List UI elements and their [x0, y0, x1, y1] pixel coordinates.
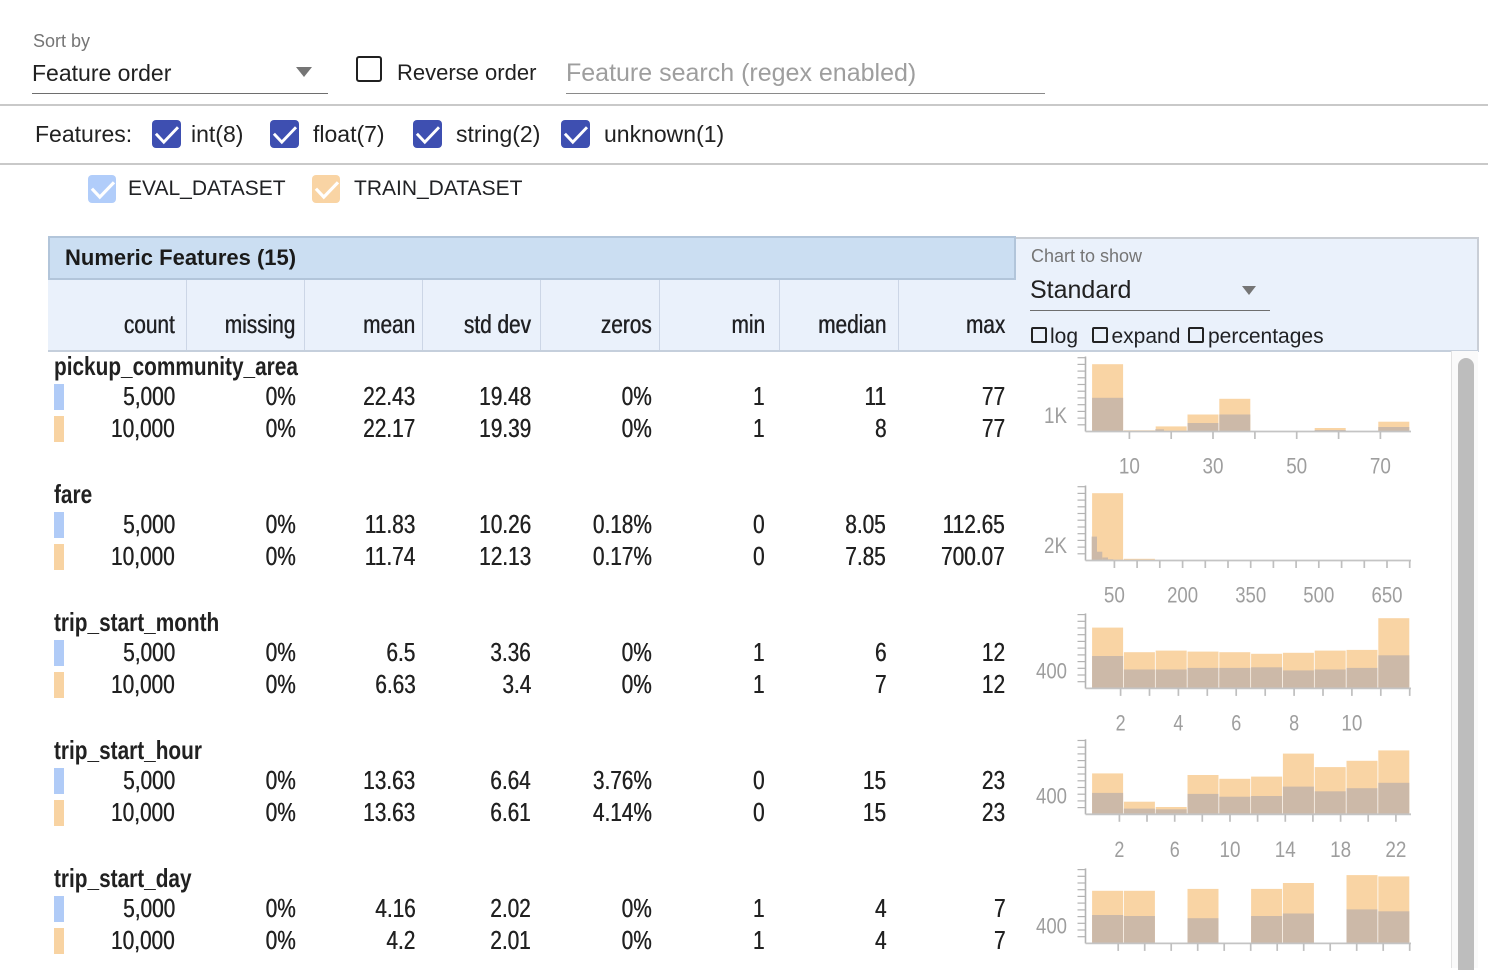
svg-text:10: 10 [1220, 837, 1241, 862]
svg-text:400: 400 [1036, 659, 1067, 684]
svg-text:6: 6 [1170, 837, 1180, 862]
svg-text:2: 2 [1114, 837, 1124, 862]
svg-text:14: 14 [1275, 837, 1296, 862]
svg-text:2K: 2K [1044, 533, 1067, 558]
svg-text:500: 500 [1303, 583, 1334, 608]
svg-text:400: 400 [1036, 914, 1067, 939]
svg-text:30: 30 [1203, 454, 1224, 479]
svg-text:18: 18 [1330, 837, 1351, 862]
svg-text:200: 200 [1167, 583, 1198, 608]
svg-text:2: 2 [1116, 711, 1126, 736]
svg-text:22: 22 [1385, 837, 1406, 862]
svg-text:8: 8 [1289, 711, 1299, 736]
svg-text:50: 50 [1104, 583, 1125, 608]
svg-text:10: 10 [1341, 711, 1362, 736]
svg-text:4: 4 [1173, 711, 1183, 736]
svg-text:70: 70 [1370, 454, 1391, 479]
svg-text:50: 50 [1286, 454, 1307, 479]
svg-text:10: 10 [1119, 454, 1140, 479]
svg-text:6: 6 [1231, 711, 1241, 736]
svg-text:350: 350 [1235, 583, 1266, 608]
svg-text:400: 400 [1036, 784, 1067, 809]
svg-text:650: 650 [1372, 583, 1403, 608]
svg-text:1K: 1K [1044, 403, 1067, 428]
